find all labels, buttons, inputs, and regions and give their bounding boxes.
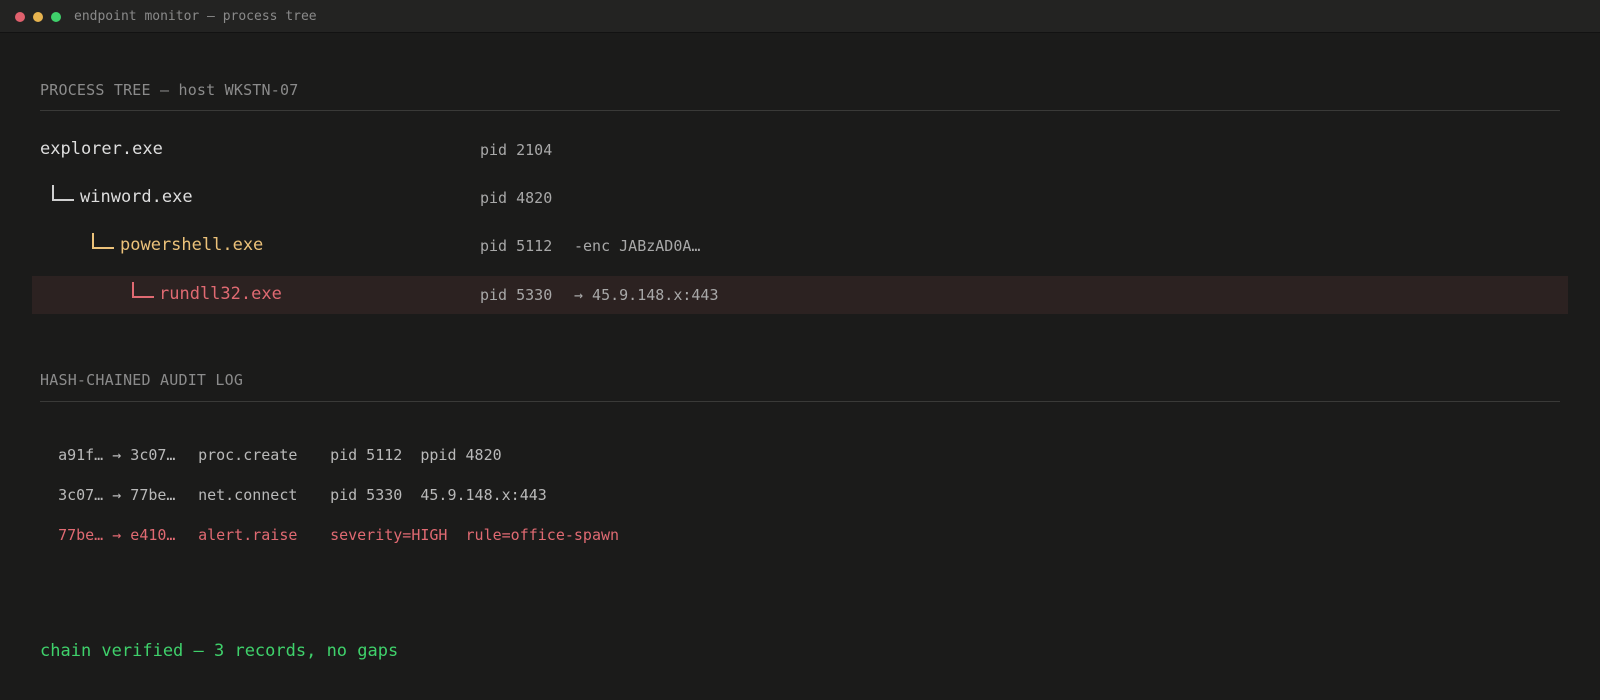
process-pid: pid 5330	[480, 286, 553, 304]
process-name: powershell.exe	[120, 235, 264, 255]
maximize-window-button[interactable]	[51, 12, 61, 22]
process-name: rundll32.exe	[159, 284, 282, 304]
close-window-button[interactable]	[15, 12, 25, 22]
process-row-explorer[interactable]: explorer.exe pid 2104	[40, 131, 1560, 169]
process-pid: pid 4820	[480, 189, 553, 207]
tree-branch-icon	[132, 282, 154, 298]
title-bar: endpoint monitor — process tree	[0, 0, 1600, 33]
log-hash-link: a91f… → 3c07…	[58, 446, 176, 464]
log-event: net.connect	[198, 486, 298, 504]
process-args: -enc JABzAD0A…	[574, 237, 701, 255]
process-pid: pid 2104	[480, 141, 553, 159]
audit-log-heading: HASH-CHAINED AUDIT LOG	[40, 371, 244, 389]
log-hash-link: 3c07… → 77be…	[58, 486, 176, 504]
log-hash-link: 77be… → e410…	[58, 526, 176, 544]
tree-branch-icon	[52, 185, 74, 201]
log-event: proc.create	[198, 446, 298, 464]
process-row-winword[interactable]: winword.exe pid 4820	[40, 179, 1560, 217]
audit-log-entry-alert[interactable]: 77be… → e410… alert.raise severity=HIGH ru…	[40, 508, 619, 544]
audit-log-divider	[40, 401, 1560, 402]
log-details: pid 5112 ppid 4820	[330, 446, 502, 464]
minimize-window-button[interactable]	[33, 12, 43, 22]
process-name: winword.exe	[80, 187, 193, 207]
process-row-powershell[interactable]: powershell.exe pid 5112 -enc JABzAD0A…	[40, 227, 1560, 265]
audit-log-entry[interactable]: 3c07… → 77be… net.connect pid 5330 45.9.14…	[40, 468, 547, 504]
log-details: pid 5330 45.9.148.x:443	[330, 486, 547, 504]
process-tree-divider	[40, 110, 1560, 111]
tree-branch-icon	[92, 233, 114, 249]
log-event: alert.raise	[198, 526, 298, 544]
audit-log-entry[interactable]: a91f… → 3c07… proc.create pid 5112 ppid 48…	[40, 428, 502, 464]
process-connection: → 45.9.148.x:443	[574, 286, 719, 304]
process-row-rundll32[interactable]: rundll32.exe pid 5330 → 45.9.148.x:443	[32, 276, 1568, 314]
log-details: severity=HIGH rule=office-spawn	[330, 526, 620, 544]
window-title: endpoint monitor — process tree	[74, 9, 317, 24]
process-name: explorer.exe	[40, 139, 163, 159]
process-pid: pid 5112	[480, 237, 553, 255]
chain-verified-status: chain verified — 3 records, no gaps	[40, 641, 399, 661]
process-tree-heading: PROCESS TREE — host WKSTN-07	[40, 81, 299, 99]
